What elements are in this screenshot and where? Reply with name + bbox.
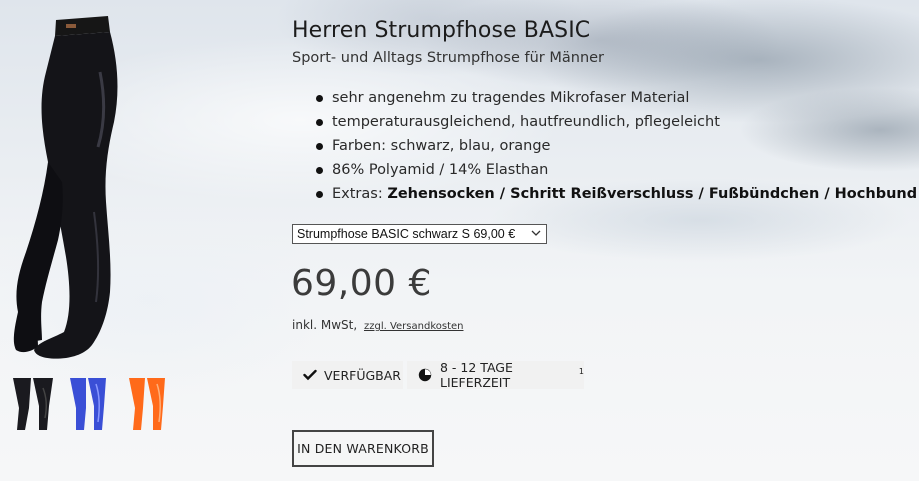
feature-item: Farben: schwarz, blau, orange (316, 134, 912, 158)
variant-select-value: Strumpfhose BASIC schwarz S 69,00 € (297, 227, 516, 241)
extras-value: Zehensocken / Schritt Reißverschluss / F… (387, 186, 918, 202)
product-info: Herren Strumpfhose BASIC Sport- und Allt… (292, 16, 917, 206)
delivery-time-text: 8 - 12 TAGE LIEFERZEIT (440, 360, 513, 390)
extras-label: Extras: (332, 186, 388, 202)
thumbnail-strip (9, 378, 173, 430)
feature-item: 86% Polyamid / 14% Elasthan (316, 158, 912, 182)
product-price: 69,00 € (291, 263, 432, 304)
add-to-cart-button[interactable]: IN DEN WARENKORB (292, 430, 434, 467)
thumbnail-blue[interactable] (66, 378, 116, 430)
feature-item: temperaturausgleichend, hautfreundlich, … (316, 110, 912, 134)
shipping-costs-link[interactable]: zzgl. Versandkosten (364, 321, 464, 332)
feature-list: sehr angenehm zu tragendes Mikrofaser Ma… (292, 86, 917, 206)
product-image (8, 12, 158, 364)
tax-info: inkl. MwSt, zzgl. Versandkosten (292, 318, 464, 332)
thumbnail-black[interactable] (9, 378, 59, 430)
variant-select[interactable]: Strumpfhose BASIC schwarz S 69,00 € (292, 224, 547, 244)
tax-text: inkl. MwSt, (292, 318, 358, 332)
product-title: Herren Strumpfhose BASIC (292, 18, 591, 43)
thumbnail-orange[interactable] (123, 378, 173, 430)
feature-item-extras: Extras: Zehensocken / Schritt Reißversch… (316, 182, 917, 206)
feature-item: sehr angenehm zu tragendes Mikrofaser Ma… (316, 86, 912, 110)
availability-text: VERFÜGBAR (324, 367, 401, 383)
chevron-down-icon (531, 227, 541, 242)
delivery-time-badge: 8 - 12 TAGE LIEFERZEIT 1 (407, 360, 584, 390)
clock-pie-icon (418, 368, 432, 382)
delivery-footnote: 1 (578, 366, 584, 376)
checkmark-icon (303, 369, 317, 381)
product-subtitle: Sport- und Alltags Strumpfhose für Männe… (292, 50, 605, 66)
availability-badge: VERFÜGBAR (292, 361, 403, 389)
